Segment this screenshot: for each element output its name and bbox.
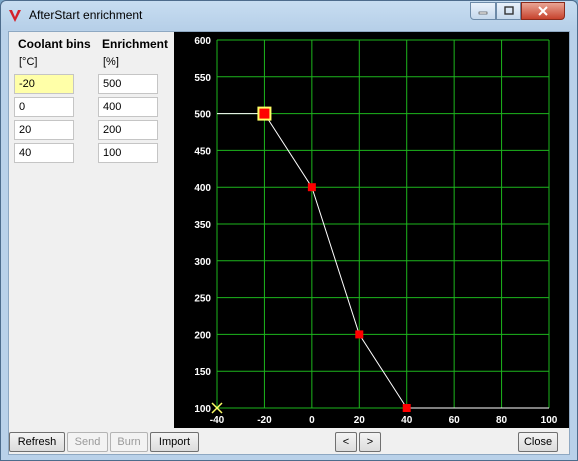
prev-button[interactable]: < (335, 432, 357, 452)
y-tick-label: 300 (194, 257, 211, 268)
coolant-cell-2[interactable]: 20 (14, 120, 74, 140)
enrichment-chart[interactable]: -40 -20 0 20 40 60 80 100 100 150 200 250 300 350 400 4… (174, 32, 569, 428)
x-tick-label: 20 (354, 415, 366, 426)
coolant-cell-1[interactable]: 0 (14, 97, 74, 117)
window-close-button[interactable] (521, 2, 565, 20)
client-area: Coolant bins Enrichment [°C] [%] -20 500… (8, 31, 570, 455)
enrichment-cell-1[interactable]: 400 (98, 97, 158, 117)
maximize-button[interactable] (496, 2, 521, 20)
y-tick-label: 450 (194, 146, 211, 157)
coolant-unit-label: [°C] (19, 56, 38, 68)
import-button[interactable]: Import (150, 432, 199, 452)
refresh-button[interactable]: Refresh (9, 432, 65, 452)
enrichment-cell-0[interactable]: 500 (98, 74, 158, 94)
chart-svg[interactable]: -40 -20 0 20 40 60 80 100 100 150 200 250 300 350 400 4… (174, 32, 569, 428)
data-point[interactable] (307, 183, 316, 192)
x-tick-label: -20 (257, 415, 272, 426)
selected-data-point[interactable] (257, 106, 272, 121)
y-tick-label: 400 (194, 183, 211, 194)
app-logo-icon (9, 10, 21, 22)
send-button[interactable]: Send (67, 432, 108, 452)
next-button[interactable]: > (359, 432, 381, 452)
minimize-button[interactable] (470, 2, 496, 20)
burn-button[interactable]: Burn (110, 432, 148, 452)
enrichment-unit-label: [%] (103, 56, 119, 68)
x-tick-label: 80 (496, 415, 508, 426)
y-tick-label: 550 (194, 73, 211, 84)
close-icon (538, 6, 548, 16)
data-point[interactable] (402, 404, 411, 412)
window: AfterStart enrichment Coolant bins Enric… (0, 0, 578, 461)
close-button[interactable]: Close (518, 432, 558, 452)
window-title: AfterStart enrichment (29, 8, 143, 22)
enrichment-cell-3[interactable]: 100 (98, 143, 158, 163)
enrichment-header: Enrichment (102, 37, 169, 51)
x-tick-label: 60 (449, 415, 461, 426)
y-tick-label: 600 (194, 36, 211, 47)
data-point[interactable] (355, 330, 364, 339)
y-tick-label: 500 (194, 110, 211, 121)
bottom-toolbar: Refresh Send Burn Import < > Close (9, 428, 569, 454)
y-tick-label: 100 (194, 404, 211, 415)
minimize-icon (478, 11, 488, 15)
coolant-cell-3[interactable]: 40 (14, 143, 74, 163)
y-tick-label: 200 (194, 330, 211, 341)
y-tick-label: 350 (194, 220, 211, 231)
x-tick-label: -40 (210, 415, 225, 426)
title-bar[interactable]: AfterStart enrichment (1, 1, 577, 30)
x-tick-label: 0 (309, 415, 315, 426)
enrichment-cell-2[interactable]: 200 (98, 120, 158, 140)
x-tick-label: 40 (401, 415, 413, 426)
coolant-bins-header: Coolant bins (18, 37, 91, 51)
y-tick-label: 250 (194, 294, 211, 305)
y-tick-label: 150 (194, 367, 211, 378)
maximize-icon (503, 6, 514, 15)
x-tick-label: 100 (541, 415, 558, 426)
coolant-cell-0[interactable]: -20 (14, 74, 74, 94)
table-panel: Coolant bins Enrichment [°C] [%] -20 500… (9, 32, 172, 428)
